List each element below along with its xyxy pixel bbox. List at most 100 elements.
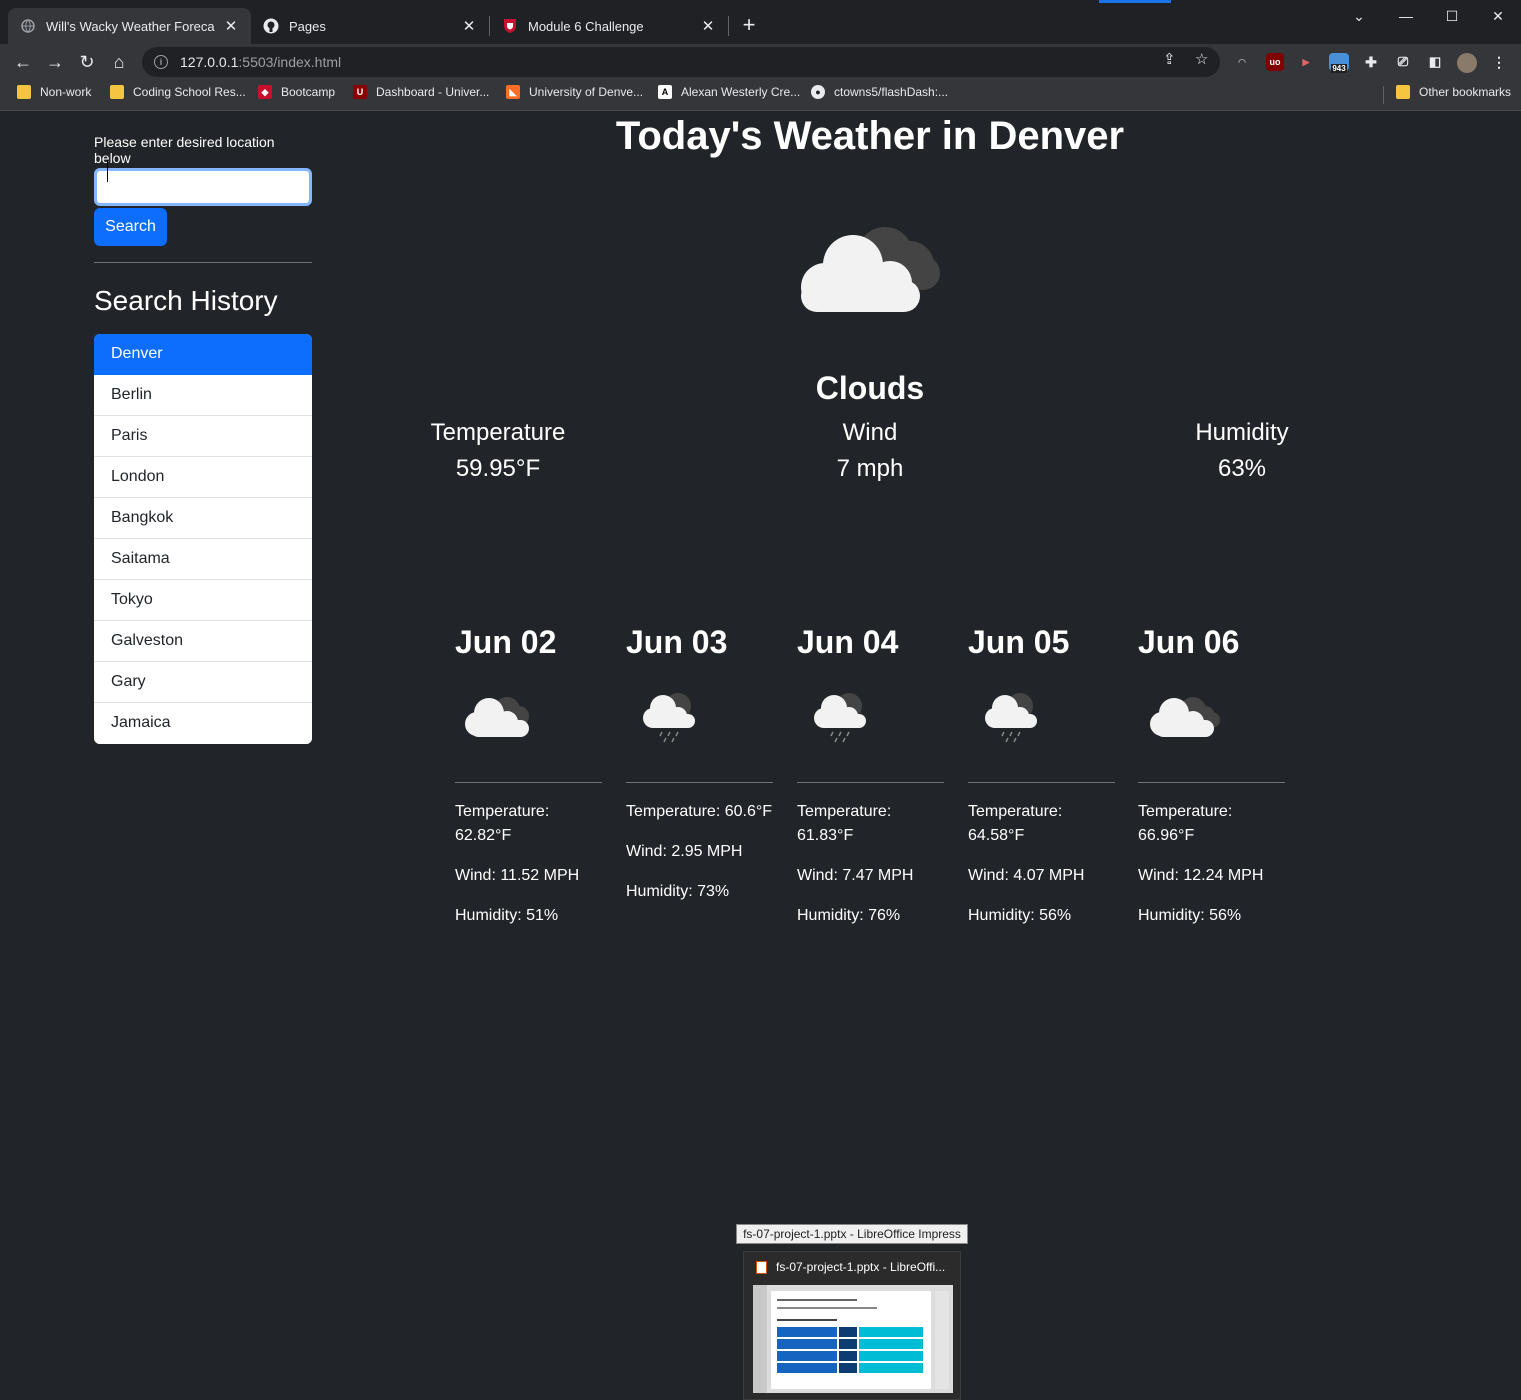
tab-separator [728, 16, 729, 36]
taskbar-tooltip: fs-07-project-1.pptx - LibreOffice Impre… [736, 1224, 968, 1244]
search-button[interactable]: Search [94, 208, 167, 246]
folder-icon [110, 85, 124, 99]
back-arrow-icon[interactable]: ← [11, 50, 35, 74]
url-host: 127.0.0.1 [180, 54, 239, 70]
close-tab-icon[interactable]: ✕ [461, 17, 477, 35]
side-panel-icon[interactable]: ◧ [1426, 53, 1444, 71]
location-search-input[interactable] [94, 168, 312, 206]
bookmark-star-icon[interactable]: ☆ [1195, 50, 1208, 68]
impress-document-icon [756, 1260, 767, 1274]
shield-icon: ◆ [258, 85, 272, 99]
cast-icon[interactable]: ⎚ [1394, 53, 1412, 71]
forecast-humidity: Humidity: 56% [968, 907, 1072, 924]
browser-toolbar: ← → ↻ ⌂ i 127.0.0.1:5503/index.html ⇪ ☆ … [0, 44, 1521, 80]
share-icon[interactable]: ⇪ [1163, 50, 1176, 68]
url-path: :5503/index.html [238, 54, 342, 70]
forecast-card: Jun 03 Temperature: 60.6°F Wind: 2.95 MP… [626, 622, 773, 904]
history-item-jamaica[interactable]: Jamaica [94, 703, 312, 744]
maximize-icon[interactable]: ☐ [1429, 8, 1475, 25]
university-logo-icon: U [353, 85, 367, 99]
folder-icon [17, 85, 31, 99]
history-item-paris[interactable]: Paris [94, 416, 312, 457]
bookmark-other[interactable]: Other bookmarks [1396, 85, 1511, 99]
temperature-value: 59.95°F [455, 455, 541, 482]
tab-weather-forecast[interactable]: Will's Wacky Weather Forecast ✕ [8, 8, 251, 44]
tab-title: Pages [289, 18, 326, 34]
forecast-wind: Wind: 2.95 MPH [626, 843, 743, 860]
bookmark-coding-school[interactable]: Coding School Res... [110, 85, 246, 99]
minimize-icon[interactable]: — [1383, 8, 1429, 24]
forecast-wind: Wind: 4.07 MPH [968, 867, 1085, 884]
sidebar-divider [94, 262, 312, 263]
alexan-logo-icon: A [658, 85, 672, 99]
history-item-gary[interactable]: Gary [94, 662, 312, 703]
wind-label: Wind [842, 419, 898, 446]
tab-search-chevron-icon[interactable]: ⌄ [1336, 8, 1382, 25]
humidity-label: Humidity [1195, 419, 1289, 446]
site-info-icon[interactable]: i [154, 55, 168, 69]
bookmark-label: Other bookmarks [1419, 85, 1512, 99]
bookmark-dashboard[interactable]: U Dashboard - Univer... [353, 85, 489, 99]
rain-icon [968, 684, 1115, 754]
globe-icon [20, 18, 36, 34]
forward-arrow-icon[interactable]: → [43, 50, 67, 74]
close-window-icon[interactable]: ✕ [1475, 8, 1521, 25]
history-item-tokyo[interactable]: Tokyo [94, 580, 312, 621]
history-item-galveston[interactable]: Galveston [94, 621, 312, 662]
home-icon[interactable]: ⌂ [107, 50, 131, 74]
bookmark-non-work[interactable]: Non-work [17, 85, 91, 99]
taskbar-window-preview[interactable]: fs-07-project-1.pptx - LibreOffi... [743, 1251, 961, 1400]
bookmark-alexan[interactable]: A Alexan Westerly Cre... [658, 85, 800, 99]
forecast-temperature: Temperature: 61.83°F [797, 803, 892, 844]
bookmark-label: University of Denve... [529, 85, 644, 99]
profile-avatar[interactable] [1457, 53, 1477, 73]
wind-value: 7 mph [836, 455, 904, 482]
new-tab-plus-icon[interactable]: + [738, 14, 760, 36]
forecast-humidity: Humidity: 76% [797, 907, 901, 924]
extension-badge-icon[interactable]: 943 [1329, 53, 1349, 73]
bookmark-label: ctowns5/flashDash:... [834, 85, 949, 99]
search-sidebar: Please enter desired location below Sear… [94, 134, 312, 744]
wind-stat: Wind 7 mph [750, 418, 990, 484]
clouds-icon [1138, 684, 1285, 754]
text-caret [107, 160, 108, 182]
extension-badge-count: 943 [1331, 63, 1347, 73]
browser-tab-bar: Will's Wacky Weather Forecast ✕ Pages ✕ … [0, 0, 1521, 44]
close-tab-icon[interactable]: ✕ [700, 17, 716, 35]
history-item-bangkok[interactable]: Bangkok [94, 498, 312, 539]
bookmark-label: Coding School Res... [133, 85, 246, 99]
forecast-humidity: Humidity: 73% [626, 883, 730, 900]
history-item-denver[interactable]: Denver [94, 334, 312, 375]
history-item-berlin[interactable]: Berlin [94, 375, 312, 416]
card-divider [797, 782, 944, 783]
bookmark-flashdash[interactable]: ● ctowns5/flashDash:... [811, 85, 948, 99]
menu-kebab-icon[interactable]: ⋮ [1490, 53, 1508, 71]
forecast-date: Jun 05 [968, 624, 1070, 660]
tab-activity-indicator [1099, 0, 1171, 3]
close-tab-icon[interactable]: ✕ [223, 17, 239, 35]
preview-title: fs-07-project-1.pptx - LibreOffi... [756, 1260, 945, 1274]
preview-title-text: fs-07-project-1.pptx - LibreOffi... [776, 1260, 946, 1274]
card-divider [626, 782, 773, 783]
history-item-saitama[interactable]: Saitama [94, 539, 312, 580]
extension-arc-icon[interactable]: ◠ [1233, 53, 1251, 71]
current-condition: Clouds [815, 370, 925, 406]
address-bar[interactable]: i 127.0.0.1:5503/index.html [142, 47, 1220, 77]
forecast-wind: Wind: 12.24 MPH [1138, 867, 1264, 884]
bookmark-university-denver[interactable]: ◣ University of Denve... [506, 85, 643, 99]
clouds-icon [795, 215, 945, 320]
extensions-puzzle-icon[interactable]: ✚ [1362, 53, 1380, 71]
location-label: Please enter desired location below [94, 134, 275, 166]
extension-record-icon[interactable]: ▶ [1297, 53, 1315, 71]
ublock-icon[interactable]: uo [1266, 53, 1284, 71]
tab-pages[interactable]: Pages ✕ [251, 8, 489, 44]
bookmark-bootcamp[interactable]: ◆ Bootcamp [258, 85, 335, 99]
tab-module-6[interactable]: Module 6 Challenge ✕ [490, 8, 728, 44]
card-divider [455, 782, 602, 783]
history-item-london[interactable]: London [94, 457, 312, 498]
tab-title: Module 6 Challenge [528, 18, 644, 34]
reload-icon[interactable]: ↻ [75, 50, 99, 74]
card-divider [968, 782, 1115, 783]
github-icon [263, 18, 279, 34]
forecast-temperature: Temperature: 64.58°F [968, 803, 1063, 844]
